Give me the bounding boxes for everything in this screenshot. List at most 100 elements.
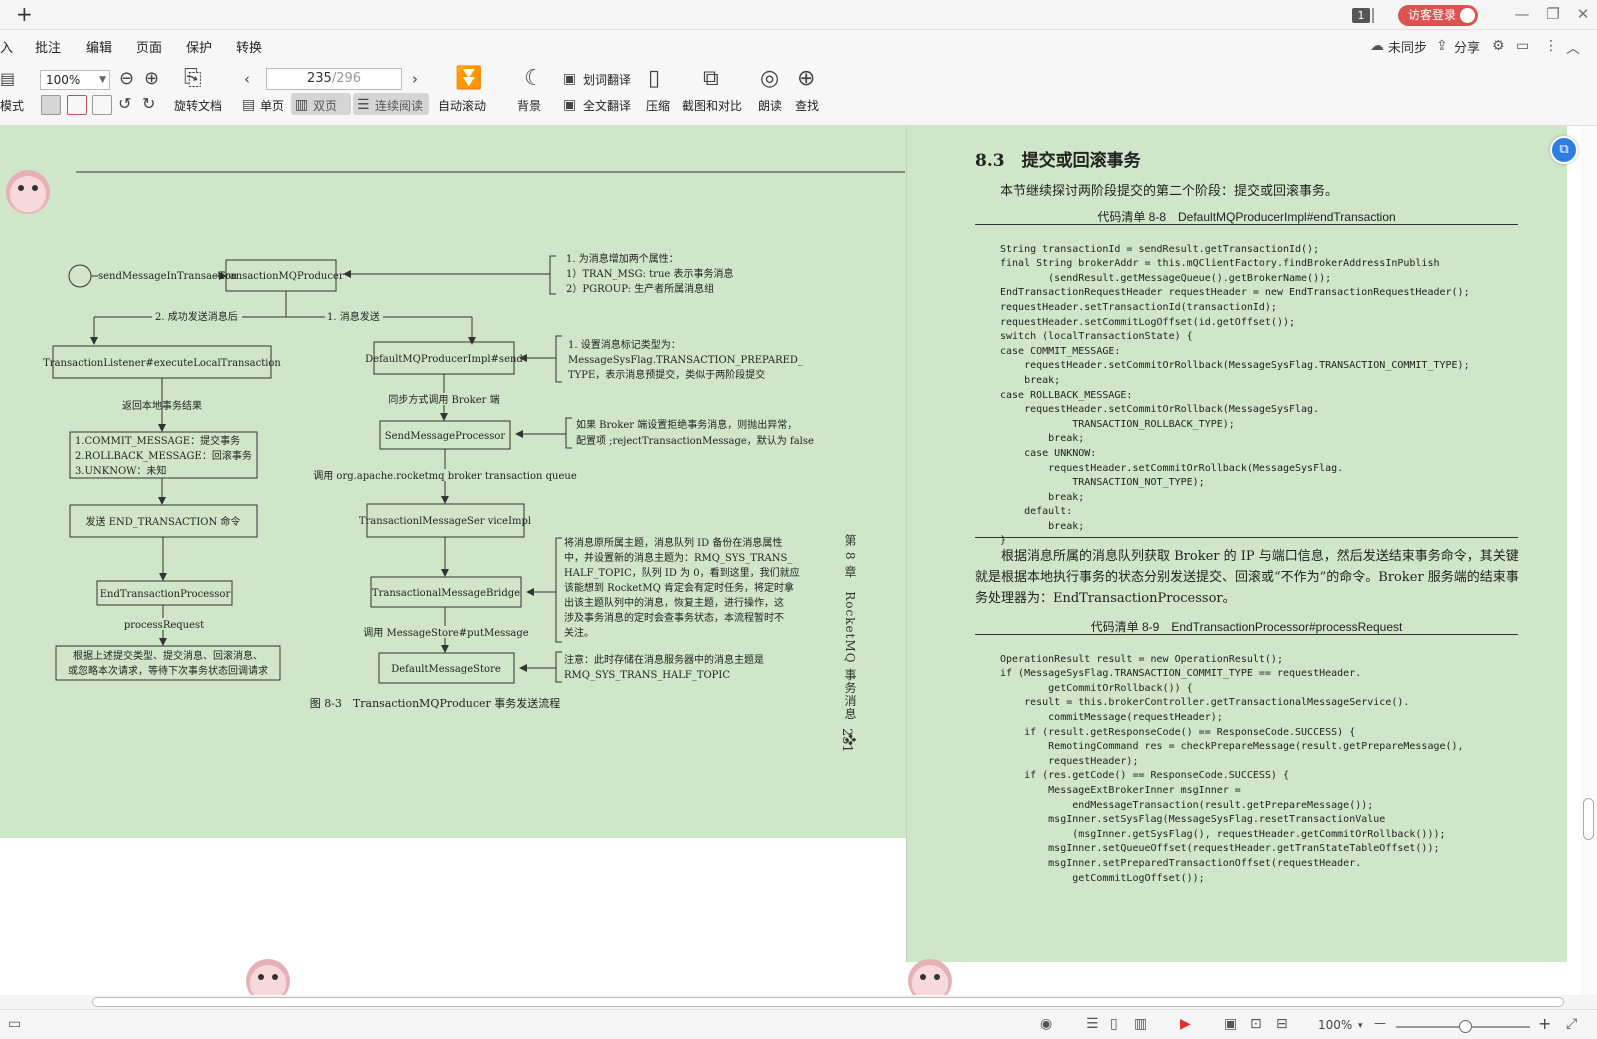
sync-status[interactable]: 未同步 — [1388, 37, 1427, 56]
code-line: commitMessage(requestHeader); — [1000, 711, 1223, 723]
new-tab-button[interactable]: + — [16, 3, 33, 25]
code-line: case COMMIT_MESSAGE: — [1000, 345, 1121, 357]
code-line: final String brokerAddr = this.mQClientF… — [1000, 258, 1440, 270]
comment-icon[interactable]: ▭ — [1516, 38, 1529, 54]
restore-button[interactable]: ❐ — [1540, 3, 1566, 25]
return-label: 返回本地事务结果 — [122, 399, 202, 412]
continuous-reading-button[interactable]: ☰ 连续阅读 — [353, 93, 429, 115]
mode-icon: ▤ — [0, 69, 16, 88]
title-bar: + 1 访客登录 — ❐ ✕ — [0, 0, 1597, 30]
double-page-label: 双页 — [313, 99, 338, 113]
chevron-down-icon: ▼ — [99, 75, 106, 85]
producer-impl-label: DefaultMQProducerImpl#send — [365, 354, 523, 365]
vertical-scrollbar[interactable] — [1581, 126, 1597, 995]
rotate-document-button[interactable]: 旋转文档 — [174, 97, 222, 114]
fit-width-icon[interactable]: ⊟ — [1276, 1016, 1288, 1032]
result-line: 3.UNKNOW：未知 — [75, 464, 166, 477]
single-page-button[interactable]: 单页 — [260, 97, 284, 114]
compress-button[interactable]: 压缩 — [646, 97, 670, 114]
sync-broker-label: 同步方式调用 Broker 端 — [388, 393, 499, 406]
fit-width-button[interactable] — [92, 95, 112, 115]
close-button[interactable]: ✕ — [1570, 3, 1596, 25]
visitor-login-button[interactable]: 访客登录 — [1398, 5, 1478, 26]
code-line: break; — [1000, 433, 1085, 445]
status-zoom-value[interactable]: 100% — [1318, 1018, 1352, 1032]
note5-line: RMQ_SYS_TRANS_HALF_TOPIC — [564, 670, 730, 681]
screenshot-compare-button[interactable]: 截图和对比 — [682, 97, 742, 114]
eye-protection-icon[interactable]: ◉ — [1040, 1016, 1052, 1032]
mascot-icon — [908, 959, 952, 995]
producer-label: TransactionMQProducer — [218, 271, 344, 282]
note3-line: 配置项 ;rejectTransactionMessage，默认为 false — [576, 434, 814, 447]
double-view-icon[interactable]: ▥ — [1134, 1016, 1147, 1032]
zoom-slider-knob[interactable] — [1459, 1020, 1472, 1033]
find-button[interactable]: 查找 — [795, 97, 819, 114]
zoom-out-icon[interactable]: ⊖ — [119, 70, 134, 88]
code-line: OperationResult result = new OperationRe… — [1000, 653, 1283, 665]
zoom-select[interactable]: 100% ▼ — [40, 70, 110, 90]
rotate-document-icon: ⎘ — [184, 66, 202, 91]
intro-paragraph: 本节继续探讨两阶段提交的第二个阶段：提交或回滚事务。 — [1000, 184, 1339, 199]
vertical-scroll-thumb[interactable] — [1583, 798, 1594, 840]
actual-size-button[interactable] — [41, 95, 61, 115]
settings-icon[interactable]: ⚙ — [1492, 38, 1505, 54]
full-translate-button[interactable]: 全文翻译 — [583, 97, 631, 114]
zoom-out-button[interactable]: — — [1374, 1016, 1386, 1030]
code-listing-2: OperationResult result = new OperationRe… — [1000, 638, 1464, 915]
mascot-icon — [246, 959, 290, 995]
page-number-input[interactable]: 235/296 — [266, 68, 402, 90]
read-aloud-button[interactable]: 朗读 — [758, 97, 782, 114]
more-icon[interactable]: ⋮ — [1544, 38, 1558, 54]
put-message-label: 调用 MessageStore#putMessage — [363, 627, 528, 639]
play-icon[interactable]: ▶ — [1180, 1016, 1191, 1032]
double-page-button[interactable]: ▥ 双页 — [291, 93, 351, 115]
menu-item-convert[interactable]: 转换 — [236, 37, 262, 56]
menu-item-edit[interactable]: 编辑 — [86, 37, 112, 56]
rotate-right-icon[interactable]: ↻ — [142, 95, 155, 113]
menu-item-protect[interactable]: 保护 — [186, 37, 212, 56]
fullscreen-icon[interactable]: ⤢ — [1566, 1016, 1577, 1032]
window-count-badge[interactable]: 1 — [1352, 8, 1370, 23]
zoom-in-button[interactable]: + — [1538, 1014, 1551, 1033]
result-line: 2.ROLLBACK_MESSAGE：回滚事务 — [75, 449, 252, 462]
actual-size-icon[interactable]: ▣ — [1224, 1016, 1237, 1032]
floating-translate-button[interactable]: ⧉ — [1550, 136, 1578, 164]
menu-item-annotate[interactable]: 批注 — [35, 37, 61, 56]
code-line: msgInner.setSysFlag(MessageSysFlag.reset… — [1000, 814, 1386, 826]
code-line: TRANSACTION_NOT_TYPE); — [1000, 477, 1205, 489]
auto-scroll-button[interactable]: 自动滚动 — [438, 97, 486, 114]
collapse-ribbon-icon[interactable]: ︿ — [1566, 38, 1580, 58]
search-icon: ⊕ — [797, 66, 816, 91]
note4-line: 中，并设置新的消息主题为：RMQ_SYS_TRANS_ — [564, 551, 792, 564]
prev-page-icon[interactable]: ‹ — [244, 70, 250, 88]
continuous-view-icon[interactable]: ☰ — [1086, 1016, 1099, 1032]
code-line: getCommitOrRollback()) { — [1000, 682, 1193, 694]
note1-line: 1）TRAN_MSG: true 表示事务消息 — [566, 267, 734, 280]
code-line: result = this.brokerController.getTransa… — [1000, 697, 1410, 709]
mode-button[interactable]: 模式 — [0, 97, 24, 114]
background-button[interactable]: 背景 — [517, 97, 541, 114]
document-info-icon[interactable]: ▭ — [8, 1016, 21, 1032]
horizontal-scroll-thumb[interactable] — [92, 997, 1564, 1007]
next-page-icon[interactable]: › — [412, 70, 418, 88]
zoom-in-icon[interactable]: ⊕ — [144, 70, 159, 88]
menu-item-page[interactable]: 页面 — [136, 37, 162, 56]
fit-page-icon[interactable]: ⊡ — [1250, 1016, 1262, 1032]
body-paragraph: 根据消息所属的消息队列获取 Broker 的 IP 与端口信息，然后发送结束事务… — [975, 549, 1519, 606]
listener-label: TransactionListener#executeLocalTransact… — [43, 358, 281, 369]
branch-right-label: 1. 消息发送 — [327, 310, 380, 323]
chapter-side-label: 第 8 章 RocketMQ 事务消息 ❖ — [843, 534, 857, 747]
word-translate-button[interactable]: 划词翻译 — [583, 71, 631, 88]
rotate-left-icon[interactable]: ↺ — [118, 95, 131, 113]
single-view-icon[interactable]: ▯ — [1110, 1016, 1118, 1032]
code-line: break; — [1000, 491, 1085, 503]
code-line: msgInner.setQueueOffset(requestHeader.ge… — [1000, 843, 1440, 855]
menu-item-insert[interactable]: 入 — [0, 37, 13, 56]
word-translate-icon: ▣ — [563, 71, 577, 87]
share-button[interactable]: 分享 — [1454, 37, 1480, 56]
moon-icon: ☾ — [524, 66, 544, 91]
minimize-button[interactable]: — — [1509, 3, 1535, 25]
chevron-down-icon[interactable]: ▾ — [1358, 1021, 1363, 1031]
bridge-label: TransactionalMessageBridge — [372, 588, 520, 599]
fit-page-button[interactable] — [67, 95, 87, 115]
